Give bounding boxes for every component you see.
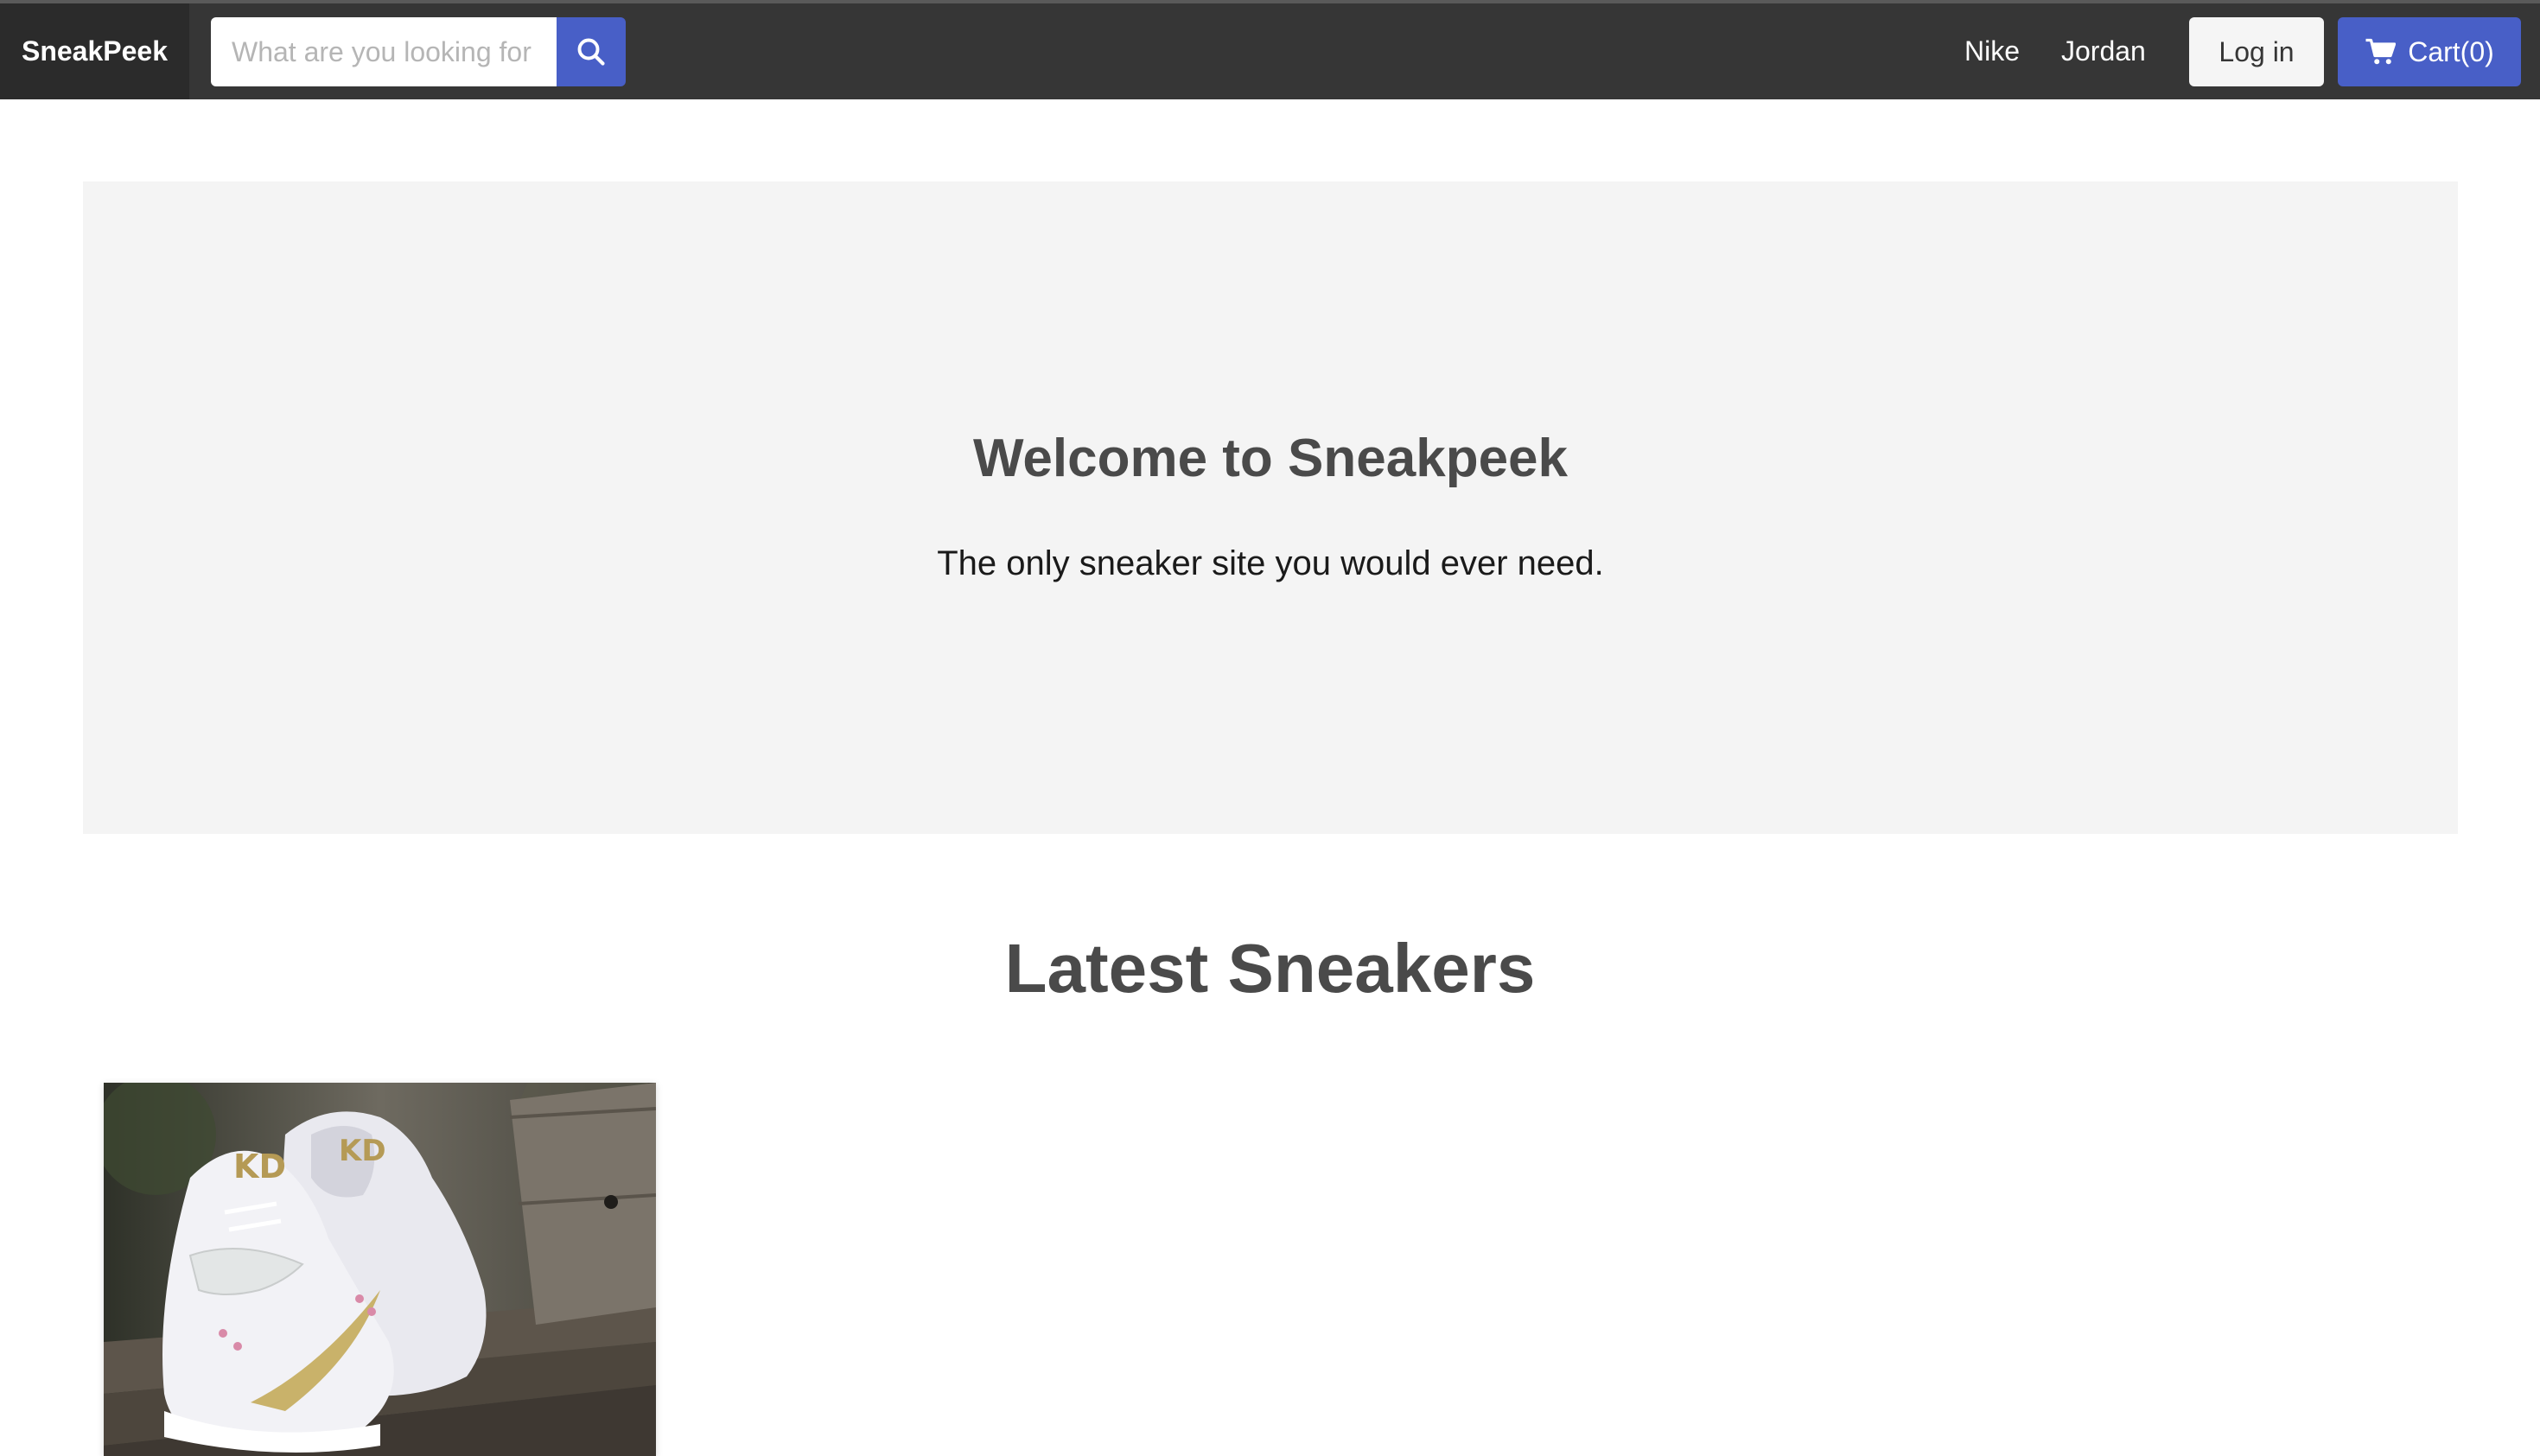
search-bar xyxy=(211,17,626,86)
latest-sneakers-heading: Latest Sneakers xyxy=(1004,930,1536,1007)
svg-text:KD: KD xyxy=(233,1148,286,1186)
hero-title: Welcome to Sneakpeek xyxy=(972,429,1569,488)
search-button[interactable] xyxy=(557,17,626,86)
sneaker-photo: KD KD xyxy=(104,1083,656,1456)
nav-link-jordan[interactable]: Jordan xyxy=(2061,3,2146,99)
login-button[interactable]: Log in xyxy=(2189,17,2324,86)
cart-label: Cart(0) xyxy=(2408,35,2494,67)
search-icon xyxy=(577,38,605,66)
cart-icon xyxy=(2365,38,2397,65)
search-input[interactable] xyxy=(211,17,557,86)
nav-link-nike[interactable]: Nike xyxy=(1964,3,2020,99)
hero-subtitle: The only sneaker site you would ever nee… xyxy=(937,544,1604,582)
product-card[interactable]: KD KD xyxy=(104,1083,656,1456)
hero-banner: Welcome to Sneakpeek The only sneaker si… xyxy=(83,181,2458,834)
brand-logo[interactable]: SneakPeek xyxy=(0,3,189,99)
svg-text:KD: KD xyxy=(339,1134,386,1168)
cart-button[interactable]: Cart(0) xyxy=(2338,17,2521,86)
navbar: SneakPeek Nike Jordan Log in Cart(0) xyxy=(0,0,2540,99)
